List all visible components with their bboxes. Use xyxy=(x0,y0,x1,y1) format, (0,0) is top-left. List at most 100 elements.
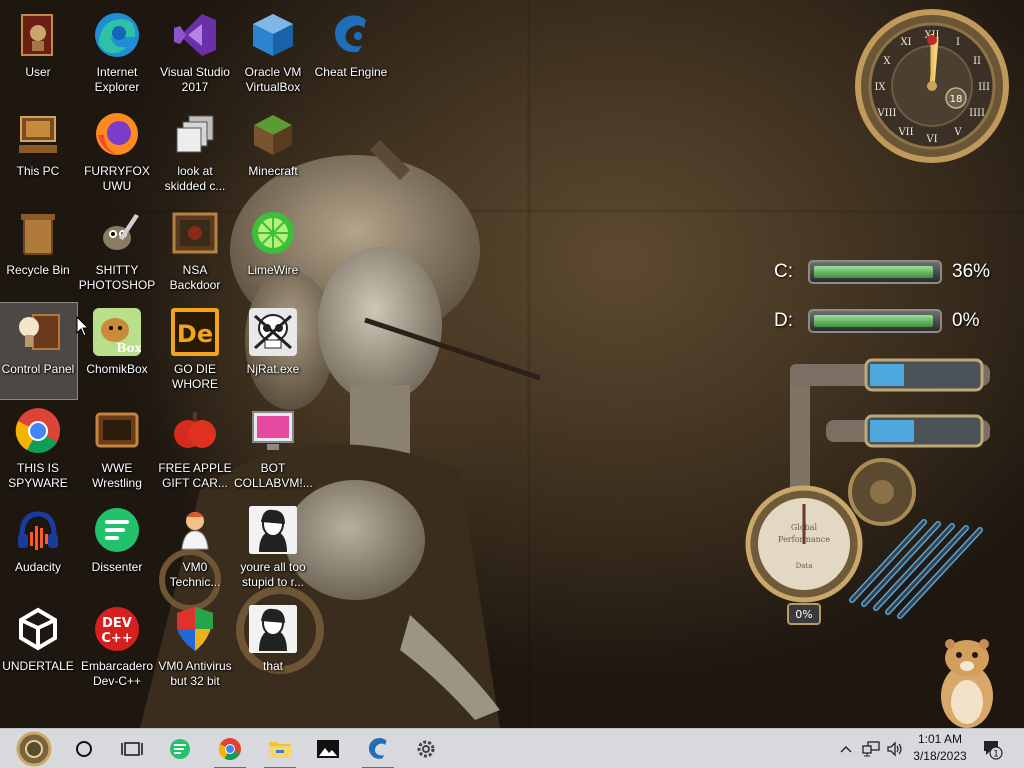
desktop-icon-vm0-antivirus-but-32-bit[interactable]: VM0 Antivirus but 32 bit xyxy=(156,600,234,696)
volume-icon[interactable] xyxy=(884,729,906,768)
limewire-icon xyxy=(248,208,298,258)
clock-numeral: VI xyxy=(925,134,937,145)
adobe-de-icon: De xyxy=(170,307,220,357)
desktop-icon-label: that xyxy=(262,659,283,673)
taskbar-button-chrome[interactable] xyxy=(206,729,254,768)
cheat-engine-icon xyxy=(365,736,391,762)
chrome-icon xyxy=(218,737,242,761)
desktop-icon-label: WWE Wrestling xyxy=(92,461,142,490)
portrait-image-icon xyxy=(248,604,298,654)
desktop-icon-internet-explorer[interactable]: Internet Explorer xyxy=(78,6,156,102)
red-apple-icon xyxy=(170,406,220,456)
desktop-icon-audacity[interactable]: Audacity xyxy=(0,501,77,597)
clock-numeral: XI xyxy=(900,37,911,48)
drive-usage-fill xyxy=(814,266,934,278)
drive-meter-d: D: 0% xyxy=(744,303,1012,339)
desktop-icon-label: Cheat Engine xyxy=(314,65,388,79)
clock-date-number: 18 xyxy=(950,94,963,105)
desktop-icon-that[interactable]: that xyxy=(234,600,312,696)
steampunk-tv-icon xyxy=(92,406,142,456)
desktop-icon-recycle-bin[interactable]: Recycle Bin xyxy=(0,204,77,300)
taskbar-button-file-explorer[interactable] xyxy=(256,729,304,768)
desktop-icon-furryfox-uwu[interactable]: FURRYFOX UWU xyxy=(78,105,156,201)
desktop-icon-wwe-wrestling[interactable]: WWE Wrestling xyxy=(78,402,156,498)
desktop-icon-shitty-photoshop[interactable]: SHITTY PHOTOSHOP xyxy=(78,204,156,300)
desktop-icon-this-is-spyware[interactable]: THIS IS SPYWARE xyxy=(0,402,77,498)
technician-icon xyxy=(170,505,220,555)
unity-icon xyxy=(13,604,63,654)
clock-numeral: I xyxy=(956,37,960,48)
chomikbox-icon: Box xyxy=(92,307,142,357)
clock-numeral: VII xyxy=(897,127,913,138)
desktop-icon-oracle-vm-virtualbox[interactable]: Oracle VM VirtualBox xyxy=(234,6,312,102)
dissenter-icon xyxy=(92,505,142,555)
shortcut-stack-icon xyxy=(170,109,220,159)
desktop-icon-label: User xyxy=(25,65,51,79)
svg-text:De: De xyxy=(177,320,213,348)
gauge-readout: 0% xyxy=(795,608,812,621)
desktop-icon-label: Internet Explorer xyxy=(94,65,140,94)
computer-icon xyxy=(13,109,63,159)
desktop-icon-visual-studio-2017[interactable]: Visual Studio 2017 xyxy=(156,6,234,102)
desktop-icon-go-die-whore[interactable]: De GO DIE WHORE xyxy=(156,303,234,399)
desktop-icon-label: look at skidded c... xyxy=(164,164,226,193)
desktop-icon-limewire[interactable]: LimeWire xyxy=(234,204,312,300)
desktop-icon-label: NSA Backdoor xyxy=(169,263,221,292)
desktop-icon-label: Dissenter xyxy=(91,560,143,574)
desktop-icon-label: ChomikBox xyxy=(86,362,148,376)
portrait-image-icon xyxy=(248,505,298,555)
svg-text:DEV: DEV xyxy=(102,616,132,631)
taskbar: 1:01 AM 3/18/2023 1 xyxy=(0,728,1024,768)
shield-icon xyxy=(170,604,220,654)
desktop-icon-njrat-exe[interactable]: NjRat.exe xyxy=(234,303,312,399)
desktop-icon-youre-all-too-stupid-to-r[interactable]: youre all too stupid to r... xyxy=(234,501,312,597)
desktop-icon-vm0-technic[interactable]: VM0 Technic... xyxy=(156,501,234,597)
audacity-icon xyxy=(13,505,63,555)
taskbar-button-cortana[interactable] xyxy=(60,729,108,768)
minecraft-icon xyxy=(248,109,298,159)
desktop-icon-dissenter[interactable]: Dissenter xyxy=(78,501,156,597)
desktop-icon-label: Minecraft xyxy=(248,164,298,178)
desktop-icon-bot-collabvm[interactable]: BOT COLLABVM!... xyxy=(234,402,313,498)
desktop-icon-label: youre all too stupid to r... xyxy=(240,560,306,589)
desktop-icon-cheat-engine[interactable]: Cheat Engine xyxy=(312,6,390,102)
taskbar-button-task-view[interactable] xyxy=(108,729,156,768)
steampunk-frame-icon xyxy=(170,208,220,258)
clock-numeral: V xyxy=(953,127,962,138)
desktop-icon-label: FURRYFOX UWU xyxy=(84,164,150,193)
user-folder-icon xyxy=(13,10,63,60)
desktop-icon-control-panel[interactable]: Control Panel xyxy=(0,302,78,400)
desktop-icon-this-pc[interactable]: This PC xyxy=(0,105,77,201)
taskbar-button-settings[interactable] xyxy=(402,729,450,768)
desktop-icon-undertale[interactable]: UNDERTALE xyxy=(0,600,77,696)
drive-usage-bar xyxy=(808,309,942,333)
drive-meter-c: C: 36% xyxy=(744,254,1012,290)
taskbar-button-start-orb[interactable] xyxy=(10,729,58,768)
desktop-icon-nsa-backdoor[interactable]: NSA Backdoor xyxy=(156,204,234,300)
desktop-icon-label: LimeWire xyxy=(247,263,299,277)
taskbar-button-dissenter[interactable] xyxy=(156,729,204,768)
monitor-icon xyxy=(248,406,298,456)
show-hidden-icons-chevron-icon[interactable] xyxy=(836,729,856,768)
drive-usage-percent: 36% xyxy=(952,261,991,282)
desktop-icon-label: Recycle Bin xyxy=(6,263,70,277)
clock-numeral: III xyxy=(978,82,990,93)
clock-numeral: IX xyxy=(874,82,886,93)
taskbar-button-photos[interactable] xyxy=(304,729,352,768)
desktop-icon-label: FREE APPLE GIFT CAR... xyxy=(158,461,232,490)
desktop-icon-look-at-skidded-c[interactable]: look at skidded c... xyxy=(156,105,234,201)
firefox-icon xyxy=(92,109,142,159)
network-icon[interactable] xyxy=(860,729,882,768)
taskbar-button-cheat-engine[interactable] xyxy=(354,729,402,768)
desktop-icon-free-apple-gift-car[interactable]: FREE APPLE GIFT CAR... xyxy=(156,402,234,498)
desktop-icon-label: BOT COLLABVM!... xyxy=(234,461,313,490)
visual-studio-icon xyxy=(170,10,220,60)
clock-widget: XIIIIIIIIIIIIVVIVIIVIIIIXXXI 18 xyxy=(855,9,1009,163)
desktop-icon-user[interactable]: User xyxy=(0,6,77,102)
desktop-icon-minecraft[interactable]: Minecraft xyxy=(234,105,312,201)
drive-usage-fill xyxy=(814,315,934,327)
taskbar-clock[interactable]: 1:01 AM 3/18/2023 xyxy=(908,731,972,765)
desktop-icon-label: This PC xyxy=(16,164,60,178)
action-center-icon[interactable]: 1 xyxy=(978,729,1006,768)
desktop-icon-embarcadero-dev-c[interactable]: DEV C++ Embarcadero Dev-C++ xyxy=(78,600,156,696)
